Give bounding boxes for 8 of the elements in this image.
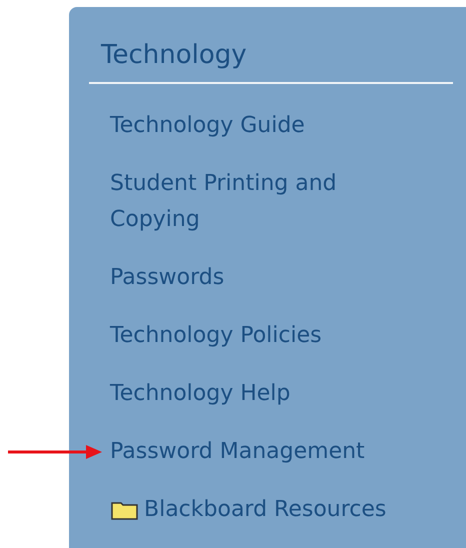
nav-link[interactable]: Technology Guide <box>110 108 410 144</box>
folder-link[interactable]: Blackboard Resources <box>144 492 444 528</box>
nav-link[interactable]: Technology Policies <box>110 318 410 354</box>
nav-link[interactable]: Password Management <box>110 434 410 470</box>
nav-link[interactable]: Passwords <box>110 260 410 296</box>
panel-title: Technology <box>100 39 248 72</box>
nav-link[interactable]: Student Printing and Copying <box>110 166 410 238</box>
nav-link[interactable]: Technology Help <box>110 376 410 412</box>
